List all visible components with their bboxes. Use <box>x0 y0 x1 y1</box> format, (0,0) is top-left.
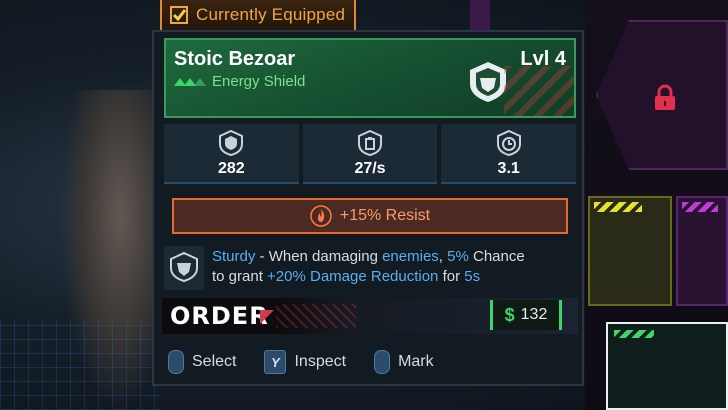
stat-capacity: 282 <box>164 124 299 184</box>
stat-recharge-delay: 3.1 <box>441 124 577 184</box>
perk-duration: 5s <box>464 268 481 285</box>
perk-target: enemies <box>382 248 439 265</box>
perk-text: Chance <box>468 248 525 265</box>
stat-recharge-rate: 27/s <box>302 124 438 184</box>
dollar-icon: $ <box>504 304 515 325</box>
elemental-resist-banner: +15% Resist <box>172 198 568 234</box>
inspect-action[interactable]: Y Inspect <box>264 350 346 374</box>
perk-chance: 5% <box>447 248 469 265</box>
stat-value: 27/s <box>354 160 386 177</box>
rarity-chevrons-icon <box>174 78 206 86</box>
gear-slot-grenade[interactable] <box>588 196 672 306</box>
shield-capacity-icon <box>219 130 244 156</box>
recharge-delay-icon <box>496 130 521 156</box>
action-label: Mark <box>398 353 434 370</box>
resist-text: +15% Resist <box>339 207 431 224</box>
item-name: Stoic Bezoar <box>174 48 296 70</box>
perk-name: Sturdy <box>212 248 256 265</box>
rarity-stripes <box>614 330 654 338</box>
price-tag: $ 132 <box>490 300 562 330</box>
rarity-stripes <box>682 202 718 212</box>
perk-description-line-1: Sturdy - When damaging enemies, 5% Chanc… <box>212 248 525 265</box>
price-amount: 132 <box>520 306 548 323</box>
perk-row: Sturdy - When damaging enemies, 5% Chanc… <box>164 244 576 300</box>
perk-icon-frame <box>164 246 204 290</box>
header-decoration <box>504 66 574 116</box>
background-accent <box>470 0 490 30</box>
check-icon <box>170 6 188 24</box>
action-label: Inspect <box>294 353 347 370</box>
perk-bonus: +20% Damage Reduction <box>267 268 439 285</box>
equipped-label: Currently Equipped <box>196 5 346 24</box>
stats-row: 282 27/s 3.1 <box>164 124 577 184</box>
perk-text: - When damaging <box>255 248 383 265</box>
item-card: Stoic Bezoar Lvl 4 Energy Shield 282 27/… <box>152 30 584 386</box>
fire-icon <box>310 205 332 227</box>
manufacturer-logo: ORDER <box>170 302 269 330</box>
item-type: Energy Shield <box>212 73 306 90</box>
manufacturer-pattern <box>276 304 356 328</box>
perk-text: , <box>438 248 448 265</box>
select-action[interactable]: Select <box>168 350 236 374</box>
sturdy-perk-icon <box>170 252 198 282</box>
y-button-icon: Y <box>264 350 287 374</box>
perk-description-line-2: to grant +20% Damage Reduction for 5s <box>212 268 480 285</box>
stat-value: 282 <box>217 160 245 177</box>
gear-slot-shield[interactable] <box>606 322 728 410</box>
stat-value: 3.1 <box>497 160 520 177</box>
background-grid <box>0 320 160 410</box>
mark-action[interactable]: Mark <box>374 350 434 374</box>
controller-button-icon <box>374 350 391 374</box>
lock-icon <box>655 84 675 110</box>
currently-equipped-tab: Currently Equipped <box>160 0 356 32</box>
perk-text: to grant <box>212 268 268 285</box>
recharge-rate-icon <box>358 130 382 156</box>
rarity-stripes <box>594 202 642 212</box>
action-label: Select <box>192 353 237 370</box>
perk-text: for <box>438 268 465 285</box>
action-prompts: Select Y Inspect Mark <box>168 344 434 380</box>
item-header: Stoic Bezoar Lvl 4 Energy Shield <box>164 38 576 118</box>
manufacturer-bar: ORDER $ 132 <box>162 298 578 334</box>
gear-slot-artifact[interactable] <box>676 196 728 306</box>
controller-button-icon <box>168 350 184 374</box>
